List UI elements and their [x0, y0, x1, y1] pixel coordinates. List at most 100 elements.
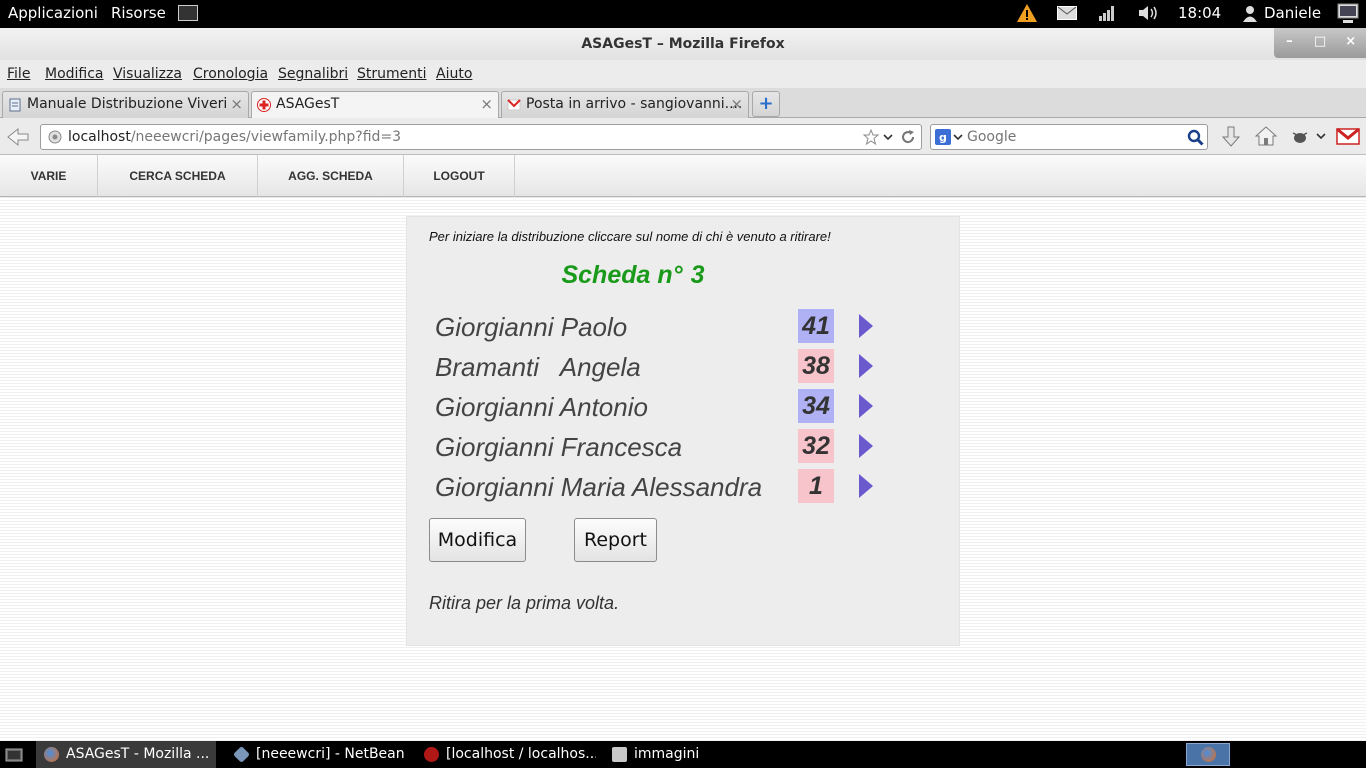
addon-dropdown-icon[interactable] — [1316, 133, 1326, 140]
arrow-right-icon[interactable] — [859, 354, 873, 378]
warning-icon[interactable] — [1016, 3, 1038, 23]
member-age: 38 — [798, 349, 834, 383]
reload-icon[interactable] — [900, 129, 916, 145]
family-card: Per iniziare la distribuzione cliccare s… — [406, 216, 960, 646]
member-age: 34 — [798, 389, 834, 423]
task-immagini[interactable]: immagini — [604, 741, 784, 768]
user-icon — [1243, 6, 1257, 22]
tab-label: Posta in arrivo - sangiovanni.... — [526, 96, 743, 112]
arrow-right-icon[interactable] — [859, 394, 873, 418]
arrow-right-icon[interactable] — [859, 474, 873, 498]
clock[interactable]: 18:04 — [1178, 4, 1221, 22]
download-icon[interactable] — [1222, 126, 1240, 148]
home-icon[interactable] — [1255, 126, 1277, 146]
terminal-icon[interactable] — [178, 5, 198, 21]
firefox-icon — [1201, 747, 1216, 762]
menu-visualizza[interactable]: Visualizza — [113, 66, 182, 82]
scheda-number: 3 — [690, 261, 705, 289]
instruction-text: Per iniziare la distribuzione cliccare s… — [429, 229, 831, 244]
nav-logout[interactable]: LOGOUT — [404, 155, 515, 197]
scheda-label: Scheda n° — [561, 261, 683, 289]
search-icon[interactable] — [1187, 129, 1204, 146]
url-path: /neeewcri/pages/viewfamily.php?fid=3 — [130, 129, 402, 145]
member-age: 41 — [798, 309, 834, 343]
modifica-button[interactable]: Modifica — [429, 518, 526, 562]
show-desktop-icon[interactable] — [5, 746, 23, 763]
close-window-button[interactable]: × — [1335, 28, 1366, 58]
member-name[interactable]: Giorgianni Francesca — [435, 432, 682, 463]
site-nav: VARIE CERCA SCHEDA AGG. SCHEDA LOGOUT — [0, 155, 1366, 197]
mail-icon[interactable] — [1057, 6, 1077, 20]
search-input[interactable] — [967, 128, 1177, 146]
workspace-switcher[interactable] — [1186, 743, 1230, 766]
history-dropdown-icon[interactable] — [883, 134, 893, 141]
arrow-right-icon[interactable] — [859, 314, 873, 338]
task-firefox[interactable]: ASAGesT - Mozilla ... — [36, 741, 216, 768]
menu-strumenti[interactable]: Strumenti — [357, 66, 427, 82]
maximize-button[interactable]: □ — [1305, 28, 1336, 58]
minimize-button[interactable]: – — [1274, 28, 1305, 58]
member-age: 32 — [798, 429, 834, 463]
new-tab-button[interactable]: + — [752, 91, 780, 117]
google-engine-icon[interactable]: g — [935, 129, 965, 145]
member-name[interactable]: Bramanti Angela — [435, 352, 641, 383]
red-cross-icon — [257, 98, 271, 112]
member-row[interactable]: Giorgianni Maria Alessandra 1 — [407, 469, 961, 505]
applications-menu[interactable]: Applicazioni — [8, 4, 98, 22]
bookmark-star-icon[interactable] — [863, 129, 879, 145]
member-row[interactable]: Giorgianni Antonio 34 — [407, 389, 961, 425]
opera-icon — [424, 747, 439, 762]
tab-label: ASAGesT — [276, 96, 340, 112]
document-icon — [9, 98, 21, 112]
member-name[interactable]: Giorgianni Maria Alessandra — [435, 472, 762, 503]
computer-icon[interactable] — [1336, 3, 1360, 25]
report-button[interactable]: Report — [574, 518, 657, 562]
back-icon[interactable] — [6, 127, 30, 147]
member-row[interactable]: Bramanti Angela 38 — [407, 349, 961, 385]
gmail-notifier-icon[interactable] — [1336, 126, 1360, 146]
firebug-icon[interactable] — [1290, 129, 1310, 145]
task-opera[interactable]: [localhost / localhos... — [416, 741, 596, 768]
url-host: localhost — [68, 129, 131, 145]
tab-gmail[interactable]: Posta in arrivo - sangiovanni.... × — [501, 91, 749, 118]
menu-modifica[interactable]: Modifica — [45, 66, 104, 82]
arrow-right-icon[interactable] — [859, 434, 873, 458]
nav-agg-scheda[interactable]: AGG. SCHEDA — [258, 155, 404, 197]
search-bar[interactable]: g — [930, 124, 1208, 150]
menu-segnalibri[interactable]: Segnalibri — [278, 66, 348, 82]
volume-icon[interactable] — [1137, 4, 1161, 22]
tab-bar: Manuale Distribuzione Viveri × ASAGesT ×… — [0, 88, 1366, 119]
member-name[interactable]: Giorgianni Paolo — [435, 312, 627, 343]
menu-file[interactable]: File — [7, 66, 30, 82]
nav-cerca-scheda[interactable]: CERCA SCHEDA — [98, 155, 258, 197]
menu-aiuto[interactable]: Aiuto — [436, 66, 472, 82]
task-label: [localhost / localhos... — [446, 746, 596, 762]
tab-close-icon[interactable]: × — [230, 95, 243, 113]
status-text: Ritira per la prima volta. — [429, 593, 620, 613]
tab-asagest[interactable]: ASAGesT × — [251, 91, 499, 119]
window-title: ASAGesT – Mozilla Firefox — [581, 36, 785, 52]
tab-close-icon[interactable]: × — [480, 95, 493, 113]
member-row[interactable]: Giorgianni Francesca 32 — [407, 429, 961, 465]
tab-manuale[interactable]: Manuale Distribuzione Viveri × — [2, 91, 249, 118]
top-panel: Applicazioni Risorse 18:04 Daniele — [0, 0, 1366, 28]
member-row[interactable]: Giorgianni Paolo 41 — [407, 309, 961, 345]
nav-bar: localhost/neeewcri/pages/viewfamily.php?… — [0, 118, 1366, 155]
places-menu[interactable]: Risorse — [111, 4, 166, 22]
menu-cronologia[interactable]: Cronologia — [193, 66, 268, 82]
tab-label: Manuale Distribuzione Viveri — [27, 96, 228, 112]
task-label: immagini — [634, 746, 700, 762]
window-titlebar[interactable]: ASAGesT – Mozilla Firefox – □ × — [0, 28, 1366, 60]
user-menu[interactable]: Daniele — [1264, 4, 1321, 22]
task-label: ASAGesT - Mozilla ... — [66, 746, 210, 762]
member-name[interactable]: Giorgianni Antonio — [435, 392, 648, 423]
url-bar[interactable]: localhost/neeewcri/pages/viewfamily.php?… — [40, 124, 922, 150]
nav-varie[interactable]: VARIE — [0, 155, 98, 197]
network-signal-icon[interactable] — [1098, 5, 1116, 21]
page-content: Per iniziare la distribuzione cliccare s… — [0, 198, 1366, 741]
task-netbeans[interactable]: [neeewcri] - NetBean... — [226, 741, 406, 768]
firefox-icon — [44, 747, 59, 762]
taskbar: ASAGesT - Mozilla ... [neeewcri] - NetBe… — [0, 741, 1366, 768]
menu-bar: File Modifica Visualizza Cronologia Segn… — [0, 60, 1366, 88]
tab-close-icon[interactable]: × — [730, 95, 743, 113]
